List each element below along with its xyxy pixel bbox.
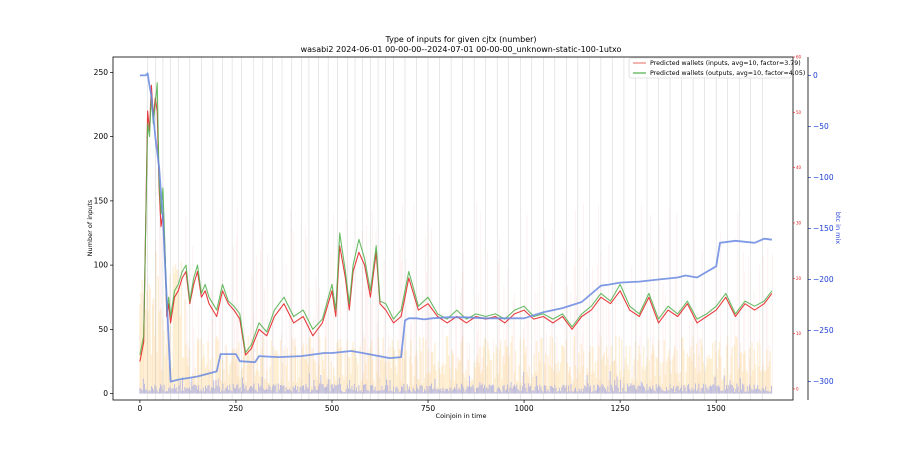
x-axis-label: Coinjoin in time [436, 412, 487, 420]
y-tick-label: 250 [94, 68, 109, 77]
x-tick-label: 0 [138, 404, 143, 413]
x-tick-label: 750 [421, 404, 436, 413]
y2-tick-label: −50 [813, 122, 829, 131]
y-tick-label: 200 [94, 132, 109, 141]
x-tick-label: 500 [325, 404, 340, 413]
y2-tick-label: −250 [813, 326, 834, 335]
chart-root: Type of inputs for given cjtx (number) w… [0, 0, 900, 450]
x-tick-label: 1250 [611, 404, 630, 413]
legend-label-inputs: Predicted wallets (inputs, avg=10, facto… [650, 60, 801, 67]
y-tick-label: 50 [98, 325, 108, 334]
y2-tick-label: −200 [813, 275, 834, 284]
y-tick-label: 100 [94, 261, 109, 270]
chart-svg: Type of inputs for given cjtx (number) w… [0, 0, 900, 450]
y3-tick-label: 40 [796, 165, 802, 170]
legend: Predicted wallets (inputs, avg=10, facto… [628, 57, 805, 79]
chart-subtitle: wasabi2 2024-06-01 00-00-00--2024-07-01 … [301, 45, 622, 54]
x-tick-label: 250 [229, 404, 244, 413]
chart-title: Type of inputs for given cjtx (number) [384, 35, 536, 44]
x-tick-label: 1000 [515, 404, 534, 413]
y-tick-label: 150 [94, 196, 109, 205]
y2-tick-label: −100 [813, 173, 834, 182]
y-tick-label: 0 [103, 389, 108, 398]
y3-tick-label: 20 [796, 276, 802, 281]
x-tick-label: 1500 [707, 404, 726, 413]
y3-tick-label: 50 [796, 110, 802, 115]
y2-tick-label: 0 [813, 71, 818, 80]
y3-tick-label: 10 [796, 331, 802, 336]
y3-tick-label: 30 [796, 220, 802, 225]
y2-tick-label: −300 [813, 377, 834, 386]
legend-label-outputs: Predicted wallets (outputs, avg=10, fact… [650, 70, 805, 77]
y2-tick-label: −150 [813, 224, 834, 233]
y-axis-label: Number of inputs [86, 199, 94, 256]
y3-tick-label: 60 [796, 55, 802, 60]
y2-axis-label: btc in mix [834, 212, 842, 244]
